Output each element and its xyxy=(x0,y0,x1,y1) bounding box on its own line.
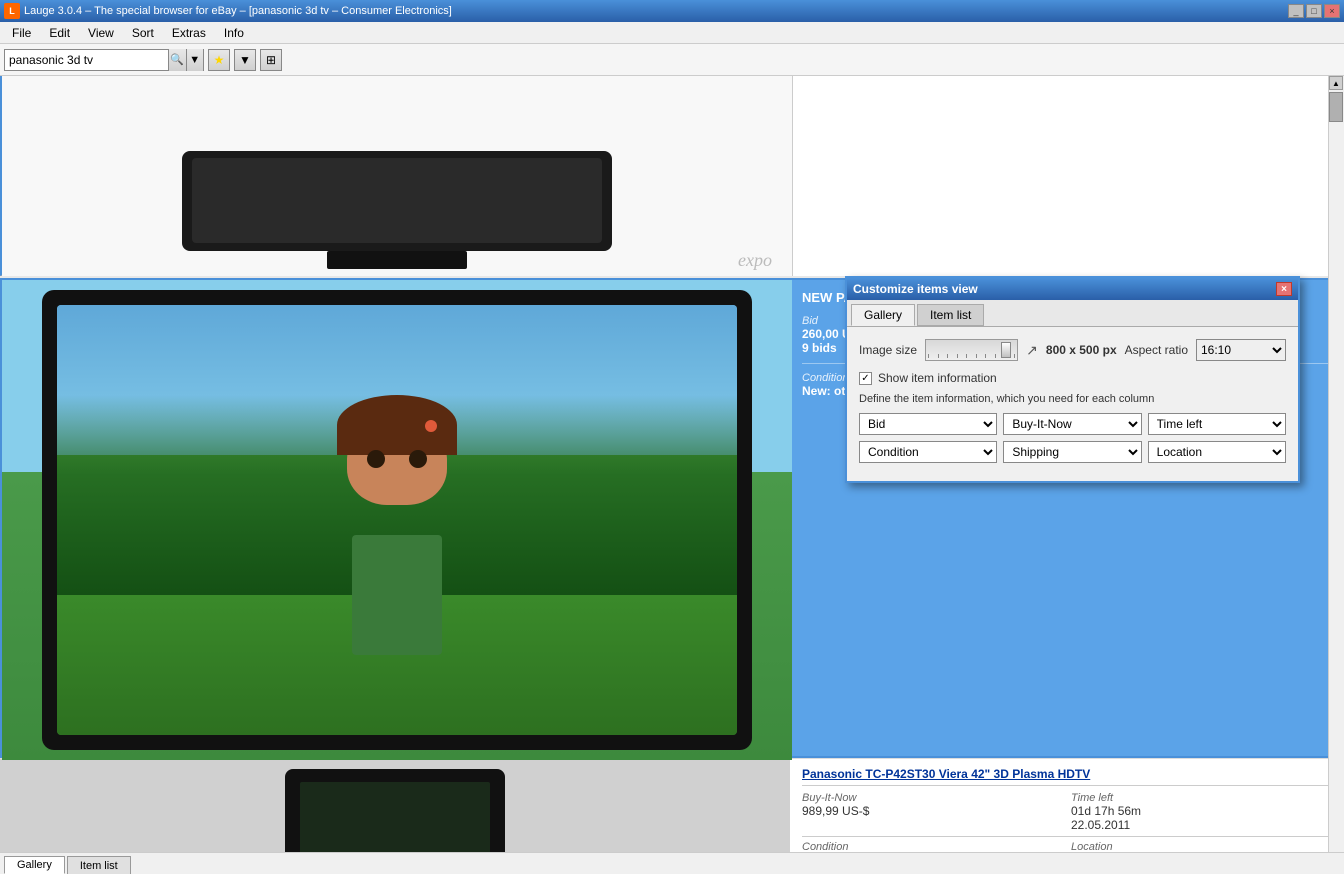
dropdowns-row-1: Bid Buy-It-Now Time left Condition Shipp… xyxy=(859,413,1286,435)
search-input[interactable] xyxy=(5,50,168,70)
dropdown-col1-row2[interactable]: Condition Bid Buy-It-Now Time left Shipp… xyxy=(859,441,997,463)
time-left-label-2: Time left xyxy=(1071,792,1332,804)
cursor-icon: ↗ xyxy=(1026,342,1038,359)
tab-gallery[interactable]: Gallery xyxy=(851,304,915,326)
dialog-title: Customize items view xyxy=(853,282,978,296)
dropdown-col2-row2[interactable]: Shipping Bid Buy-It-Now Time left Condit… xyxy=(1003,441,1141,463)
buy-now-value: 989,99 US-$ xyxy=(802,804,1063,818)
app-icon: L xyxy=(4,3,20,19)
menu-info[interactable]: Info xyxy=(216,24,252,42)
search-box[interactable]: 🔍 ▼ xyxy=(4,49,204,71)
scroll-up-button[interactable]: ▲ xyxy=(1329,76,1343,90)
bottom-tabs: Gallery Item list xyxy=(0,852,1344,874)
slider-thumb[interactable] xyxy=(1001,342,1011,358)
item-image-area: expo xyxy=(2,76,792,276)
toolbar: 🔍 ▼ ★ ▼ ⊞ xyxy=(0,44,1344,76)
view-button[interactable]: ⊞ xyxy=(260,49,282,71)
title-bar-left: L Lauge 3.0.4 – The special browser for … xyxy=(4,3,452,19)
menu-extras[interactable]: Extras xyxy=(164,24,214,42)
slider-track-area[interactable] xyxy=(925,339,1018,361)
tv-image xyxy=(162,146,632,276)
title-bar-text: Lauge 3.0.4 – The special browser for eB… xyxy=(24,5,452,17)
dialog-tabs: Gallery Item list xyxy=(847,300,1298,327)
buy-now-label: Buy-It-Now xyxy=(802,792,1063,804)
tab-item-list[interactable]: Item list xyxy=(917,304,984,326)
dialog-close-button[interactable]: × xyxy=(1276,282,1292,296)
item-bottom-grid-2: Condition New Location 60540 Naperville … xyxy=(802,841,1332,852)
dialog-body: Image size xyxy=(847,327,1298,481)
tab-gallery-bottom[interactable]: Gallery xyxy=(4,856,65,874)
location-label-2: Location xyxy=(1071,841,1332,852)
show-info-checkbox[interactable] xyxy=(859,372,872,385)
grid-icon: ⊞ xyxy=(266,53,276,67)
gallery-item-bottom: Panasonic TC-P42ST30 Viera 42" 3D Plasma… xyxy=(0,758,1344,852)
search-icon: 🔍 xyxy=(170,53,184,66)
maximize-button[interactable]: □ xyxy=(1306,4,1322,18)
menu-bar: File Edit View Sort Extras Info xyxy=(0,22,1344,44)
time-left-value-2: 01d 17h 56m xyxy=(1071,804,1332,818)
menu-edit[interactable]: Edit xyxy=(41,24,78,42)
aspect-ratio-label: Aspect ratio xyxy=(1125,343,1188,357)
scrollbar[interactable]: ▲ xyxy=(1328,76,1344,852)
search-dropdown-button[interactable]: ▼ xyxy=(186,49,204,71)
item-bottom-image-area xyxy=(0,759,790,852)
expo-watermark: expo xyxy=(738,250,772,271)
show-info-label: Show item information xyxy=(878,371,997,385)
close-icon: × xyxy=(1281,284,1287,295)
dropdown-col3-row1[interactable]: Time left Bid Buy-It-Now Condition Shipp… xyxy=(1148,413,1286,435)
title-bar: L Lauge 3.0.4 – The special browser for … xyxy=(0,0,1344,22)
menu-sort[interactable]: Sort xyxy=(124,24,162,42)
star-icon: ★ xyxy=(214,53,225,67)
chevron-down-icon: ▼ xyxy=(239,53,251,67)
date-value-2: 22.05.2011 xyxy=(1071,818,1332,832)
main-area: expo xyxy=(0,76,1344,852)
menu-file[interactable]: File xyxy=(4,24,39,42)
favorites-dropdown-button[interactable]: ▼ xyxy=(234,49,256,71)
title-bar-buttons[interactable]: _ □ × xyxy=(1288,4,1340,18)
scroll-thumb[interactable] xyxy=(1329,92,1343,122)
image-size-slider-container[interactable] xyxy=(925,339,1018,361)
image-size-value: 800 x 500 px xyxy=(1046,343,1117,357)
gallery-item: expo xyxy=(0,76,1344,276)
close-button[interactable]: × xyxy=(1324,4,1340,18)
dropdowns-row-2: Condition Bid Buy-It-Now Time left Shipp… xyxy=(859,441,1286,463)
menu-view[interactable]: View xyxy=(80,24,122,42)
image-size-row: Image size xyxy=(859,339,1286,361)
item-bottom-title[interactable]: Panasonic TC-P42ST30 Viera 42" 3D Plasma… xyxy=(802,767,1332,786)
define-info-desc: Define the item information, which you n… xyxy=(859,393,1286,405)
item-bottom-grid: Buy-It-Now 989,99 US-$ Time left 01d 17h… xyxy=(802,792,1332,832)
dropdown-col1-row1[interactable]: Bid Buy-It-Now Time left Condition Shipp… xyxy=(859,413,997,435)
aspect-ratio-select[interactable]: 16:10 4:3 16:9 Free xyxy=(1196,339,1286,361)
tab-item-list-bottom[interactable]: Item list xyxy=(67,856,131,874)
dropdown-col3-row2[interactable]: Location Bid Buy-It-Now Time left Condit… xyxy=(1148,441,1286,463)
image-size-label: Image size xyxy=(859,343,917,357)
show-info-row: Show item information xyxy=(859,371,1286,385)
dialog-titlebar: Customize items view × xyxy=(847,278,1298,300)
chevron-down-icon: ▼ xyxy=(189,54,200,66)
customize-dialog: Customize items view × Gallery Item list… xyxy=(845,276,1300,483)
dropdown-col2-row1[interactable]: Buy-It-Now Bid Time left Condition Shipp… xyxy=(1003,413,1141,435)
minimize-button[interactable]: _ xyxy=(1288,4,1304,18)
search-button[interactable]: 🔍 xyxy=(168,49,186,71)
condition-label-2: Condition xyxy=(802,841,1063,852)
item-main-image-area xyxy=(2,280,792,760)
item-bottom-info: Panasonic TC-P42ST30 Viera 42" 3D Plasma… xyxy=(790,759,1344,852)
customize-dialog-overlay: Customize items view × Gallery Item list… xyxy=(845,276,1300,483)
favorites-button[interactable]: ★ xyxy=(208,49,230,71)
